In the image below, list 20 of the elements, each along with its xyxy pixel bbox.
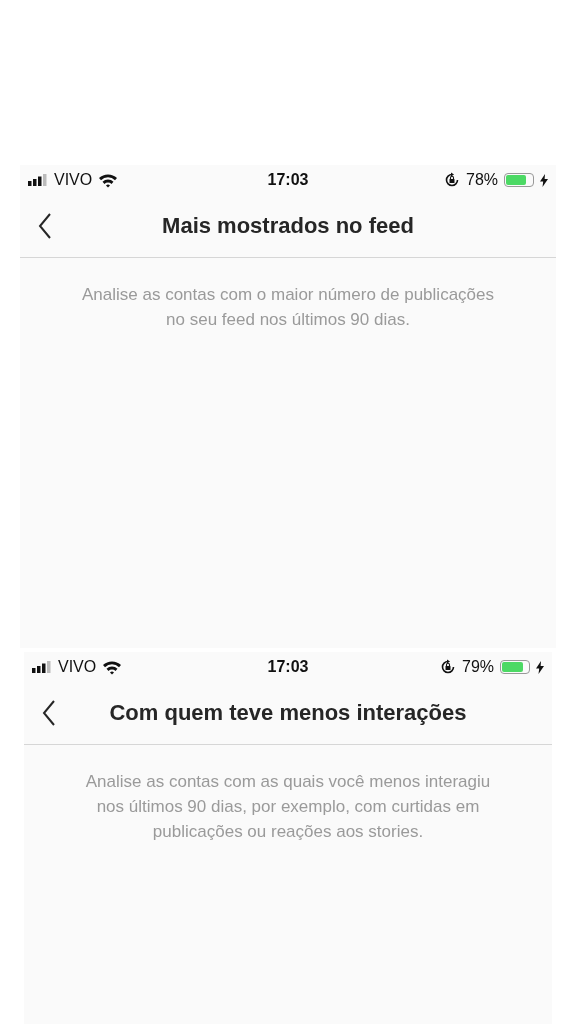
battery-icon (504, 173, 534, 187)
status-time: 17:03 (267, 171, 309, 189)
charging-icon (540, 173, 548, 187)
page-title: Mais mostrados no feed (162, 213, 414, 239)
signal-icon (32, 661, 52, 673)
carrier-name: VIVO (54, 171, 93, 189)
page-title: Com quem teve menos interações (109, 700, 467, 726)
battery-icon (500, 660, 530, 674)
battery-percent: 78% (466, 171, 498, 189)
rotation-lock-icon (444, 172, 460, 188)
wifi-icon (102, 659, 123, 675)
battery-percent: 79% (462, 658, 494, 676)
rotation-lock-icon (440, 659, 456, 675)
wifi-icon (98, 172, 119, 188)
signal-icon (28, 174, 48, 186)
status-time: 17:03 (267, 658, 309, 676)
description-text: Analise as contas com o maior número de publicações no seu feed nos últimos 90 dias. (81, 284, 495, 331)
charging-icon (536, 660, 544, 674)
carrier-name: VIVO (58, 658, 97, 676)
description-text: Analise as contas com as quais você menos interagiu nos últimos 90 dias, por exemplo, com curtidas em publicações ou reações aos stories. (84, 771, 492, 843)
